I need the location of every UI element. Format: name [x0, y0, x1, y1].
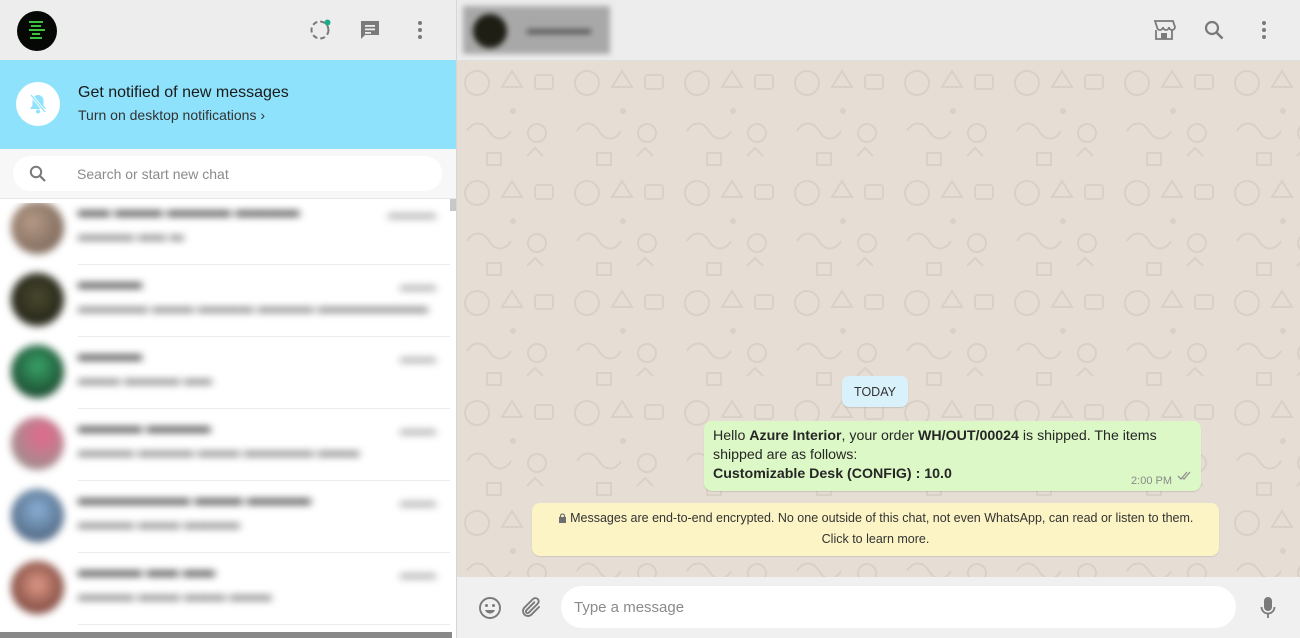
new-chat-icon[interactable] [358, 18, 382, 42]
notification-banner[interactable]: Get notified of new messages Turn on des… [0, 60, 456, 149]
emoji-icon[interactable] [477, 595, 503, 621]
composer-bar [457, 577, 1300, 638]
search-box [13, 156, 442, 191]
message-text: Hello Azure Interior, your order WH/OUT/… [713, 428, 1157, 482]
scrollbar-handle[interactable] [450, 199, 456, 211]
encryption-notice[interactable]: Messages are end-to-end encrypted. No on… [532, 503, 1219, 556]
outgoing-message[interactable]: Hello Azure Interior, your order WH/OUT/… [704, 421, 1201, 491]
chat-list-item[interactable]: ▬▬▬▬ ▬▬▬▬ ▬▬▬ ▬▬▬▬ ▬▬▬▬ ▬▬▬ ▬▬▬▬▬ ▬▬▬ [0, 409, 450, 481]
notification-title: Get notified of new messages [78, 84, 289, 101]
chat-list-item[interactable]: ▬▬ ▬▬▬ ▬▬▬▬ ▬▬▬▬ ▬▬▬▬ ▬▬▬▬ ▬▬ ▬ [0, 203, 450, 265]
chat-wallpaper [457, 61, 1300, 577]
search-icon[interactable] [1202, 18, 1226, 42]
horizontal-scrollbar[interactable] [0, 632, 452, 638]
date-divider: TODAY [842, 376, 908, 407]
catalog-icon[interactable] [1152, 18, 1176, 42]
search-icon[interactable] [29, 165, 47, 188]
lock-icon [558, 511, 570, 525]
chat-list: ▬▬ ▬▬▬ ▬▬▬▬ ▬▬▬▬ ▬▬▬▬ ▬▬▬▬ ▬▬ ▬ ▬▬▬▬ ▬▬▬… [0, 203, 450, 633]
contact-info[interactable]: ▬▬▬▬ [463, 6, 610, 54]
delivered-ticks-icon [1177, 468, 1193, 486]
status-icon[interactable] [308, 18, 332, 42]
search-bar [0, 149, 456, 199]
microphone-icon[interactable] [1255, 595, 1281, 621]
chat-list-item[interactable]: ▬▬▬▬▬▬▬ ▬▬▬ ▬▬▬▬ ▬▬▬ ▬▬▬▬ ▬▬▬ ▬▬▬▬ [0, 481, 450, 553]
search-input[interactable] [77, 156, 417, 191]
sidebar-header [0, 0, 456, 60]
chat-list-item[interactable]: ▬▬▬▬ ▬▬▬ ▬▬▬ ▬▬▬▬ ▬▬ [0, 337, 450, 409]
bell-off-icon [16, 82, 60, 126]
conversation-panel: ▬▬▬▬ TODAY Hello Azure Interior, your or… [457, 0, 1300, 638]
message-time: 2:00 PM [1131, 475, 1172, 487]
enable-notifications-link[interactable]: Turn on desktop notifications › [78, 107, 265, 123]
menu-icon[interactable] [1252, 18, 1276, 42]
chat-list-panel: Get notified of new messages Turn on des… [0, 0, 457, 638]
conversation-header: ▬▬▬▬ [457, 0, 1300, 61]
message-input[interactable] [561, 586, 1236, 628]
chat-list-item[interactable]: ▬▬▬▬ ▬▬▬ ▬▬▬▬▬ ▬▬▬ ▬▬▬▬ ▬▬▬▬ ▬▬▬▬▬▬▬▬▬▬ [0, 265, 450, 337]
menu-icon[interactable] [408, 18, 432, 42]
attach-icon[interactable] [518, 595, 544, 621]
profile-avatar[interactable] [17, 11, 57, 51]
chat-list-item[interactable]: ▬▬▬▬ ▬▬ ▬▬ ▬▬▬ ▬▬▬▬ ▬▬▬ ▬▬▬ ▬▬▬ [0, 553, 450, 625]
